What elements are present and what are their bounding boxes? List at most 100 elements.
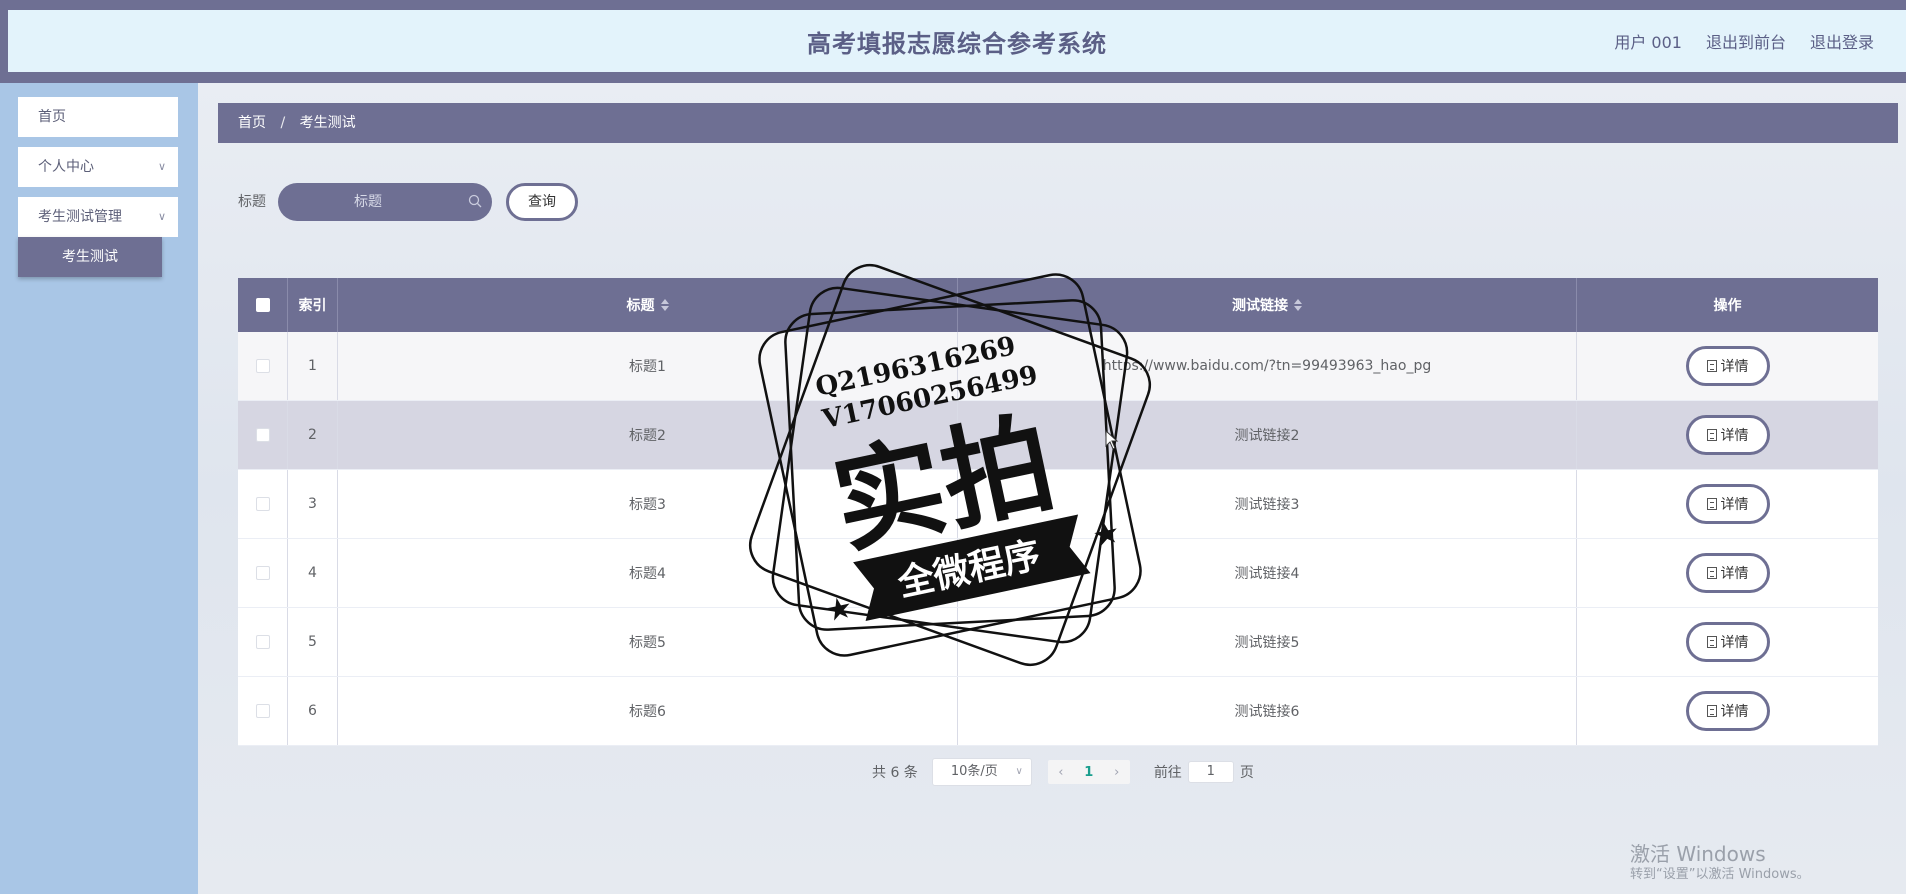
activation-line2: 转到“设置”以激活 Windows。 (1630, 867, 1810, 882)
table-row: 3 标题3 测试链接3 详情 (238, 470, 1878, 539)
row-checkbox[interactable] (255, 635, 270, 649)
sidebar-subitem-exam[interactable]: 考生测试 (18, 237, 162, 277)
sidebar-item-home[interactable]: 首页 (18, 97, 178, 137)
chevron-down-icon: ∨ (1015, 766, 1023, 777)
page-size-value: 10条/页 (950, 764, 998, 779)
breadcrumb: 首页 / 考生测试 (218, 103, 1898, 143)
sidebar-item-personal-center[interactable]: 个人中心 ∨ (18, 147, 178, 187)
detail-button[interactable]: 详情 (1685, 415, 1770, 455)
detail-label: 详情 (1720, 566, 1749, 582)
sidebar-item-label: 个人中心 (38, 159, 94, 175)
windows-activation-watermark: 激活 Windows 转到“设置”以激活 Windows。 (1630, 842, 1810, 884)
sort-icon[interactable] (1294, 299, 1302, 311)
detail-button[interactable]: 详情 (1685, 691, 1770, 731)
row-link: 测试链接4 (958, 539, 1577, 607)
app-title: 高考填报志愿综合参考系统 (807, 29, 1107, 58)
page-number-current[interactable]: 1 (1084, 765, 1093, 780)
row-link: 测试链接2 (958, 401, 1577, 469)
search-icon (468, 194, 482, 208)
row-checkbox[interactable] (255, 566, 270, 580)
row-index: 6 (288, 677, 338, 745)
goto-page-input[interactable]: 1 (1187, 761, 1234, 783)
row-title: 标题1 (338, 332, 958, 400)
table-row: 6 标题6 测试链接6 详情 (238, 677, 1878, 746)
row-index: 1 (288, 332, 338, 400)
goto-label: 前往 (1153, 765, 1182, 781)
header-link: 测试链接 (1232, 298, 1288, 314)
row-link: https://www.baidu.com/?tn=99493963_hao_p… (958, 332, 1577, 400)
user-name[interactable]: 用户 001 (1614, 29, 1682, 53)
sidebar-item-exam-management[interactable]: 考生测试管理 ∨ (18, 197, 178, 237)
row-checkbox[interactable] (255, 497, 270, 511)
prev-page-icon[interactable]: ‹ (1058, 765, 1063, 780)
select-all-checkbox[interactable] (255, 298, 270, 312)
detail-button[interactable]: 详情 (1685, 484, 1770, 524)
document-icon (1706, 498, 1717, 510)
row-title: 标题2 (338, 401, 958, 469)
row-link: 测试链接3 (958, 470, 1577, 538)
row-checkbox[interactable] (255, 428, 270, 442)
row-index: 4 (288, 539, 338, 607)
header-link-cell[interactable]: 测试链接 (958, 278, 1577, 332)
detail-label: 详情 (1720, 497, 1749, 513)
breadcrumb-home[interactable]: 首页 (238, 115, 266, 131)
back-to-front-link[interactable]: 退出到前台 (1706, 29, 1786, 53)
row-checkbox[interactable] (255, 359, 270, 373)
search-input[interactable] (278, 183, 458, 221)
page-size-select[interactable]: 10条/页 ∨ (931, 758, 1032, 786)
mouse-cursor-icon (1105, 430, 1119, 450)
header-title: 标题 (626, 298, 655, 314)
breadcrumb-separator: / (280, 115, 286, 131)
detail-button[interactable]: 详情 (1685, 553, 1770, 593)
search-label: 标题 (238, 194, 266, 210)
pagination-total: 共 6 条 (872, 765, 918, 781)
sidebar: 首页 个人中心 ∨ 考生测试管理 ∨ (0, 83, 198, 894)
document-icon (1706, 567, 1717, 579)
row-link: 测试链接6 (958, 677, 1577, 745)
chevron-down-icon: ∨ (157, 160, 166, 173)
sidebar-item-label: 考生测试管理 (38, 209, 122, 225)
detail-label: 详情 (1720, 428, 1749, 444)
page-unit-label: 页 (1239, 765, 1254, 781)
row-index: 2 (288, 401, 338, 469)
row-title: 标题4 (338, 539, 958, 607)
header-select-cell (238, 278, 288, 332)
data-table: 索引 标题 测试链接 操作 1 标题1 https://www.baidu.co… (238, 278, 1878, 746)
pagination: 共 6 条 10条/页 ∨ ‹ 1 › 前往 1 页 (872, 758, 1254, 786)
table-row: 2 标题2 测试链接2 详情 (238, 401, 1878, 470)
sort-icon[interactable] (660, 299, 669, 311)
document-icon (1706, 705, 1717, 717)
row-link: 测试链接5 (958, 608, 1577, 676)
header-actions: 用户 001 退出到前台 退出登录 (1614, 10, 1874, 72)
table-header: 索引 标题 测试链接 操作 (238, 278, 1878, 332)
detail-button[interactable]: 详情 (1685, 346, 1770, 386)
row-title: 标题3 (338, 470, 958, 538)
app-header: 高考填报志愿综合参考系统 用户 001 退出到前台 退出登录 (8, 10, 1906, 72)
search-box (278, 183, 492, 221)
table-row: 4 标题4 测试链接4 详情 (238, 539, 1878, 608)
breadcrumb-current: 考生测试 (299, 115, 356, 131)
row-title: 标题6 (338, 677, 958, 745)
row-index: 5 (288, 608, 338, 676)
document-icon (1706, 429, 1717, 441)
row-index: 3 (288, 470, 338, 538)
detail-label: 详情 (1720, 359, 1749, 375)
detail-label: 详情 (1720, 704, 1749, 720)
chevron-down-icon: ∨ (157, 210, 166, 223)
detail-label: 详情 (1720, 635, 1749, 651)
table-row: 1 标题1 https://www.baidu.com/?tn=99493963… (238, 332, 1878, 401)
table-row: 5 标题5 测试链接5 详情 (238, 608, 1878, 677)
activation-line1: 激活 Windows (1630, 842, 1766, 866)
header-index: 索引 (288, 278, 338, 332)
row-checkbox[interactable] (255, 704, 270, 718)
header-op: 操作 (1713, 298, 1742, 314)
query-button[interactable]: 查询 (506, 183, 578, 221)
document-icon (1706, 636, 1717, 648)
next-page-icon[interactable]: › (1114, 765, 1119, 780)
detail-button[interactable]: 详情 (1685, 622, 1770, 662)
row-title: 标题5 (338, 608, 958, 676)
sidebar-item-label: 首页 (38, 109, 66, 125)
header-title-cell[interactable]: 标题 (338, 278, 958, 332)
logout-link[interactable]: 退出登录 (1810, 29, 1874, 53)
main-content: 首页 / 考生测试 标题 查询 索引 标题 测试链接 操作 1 标题1 http… (198, 83, 1906, 894)
